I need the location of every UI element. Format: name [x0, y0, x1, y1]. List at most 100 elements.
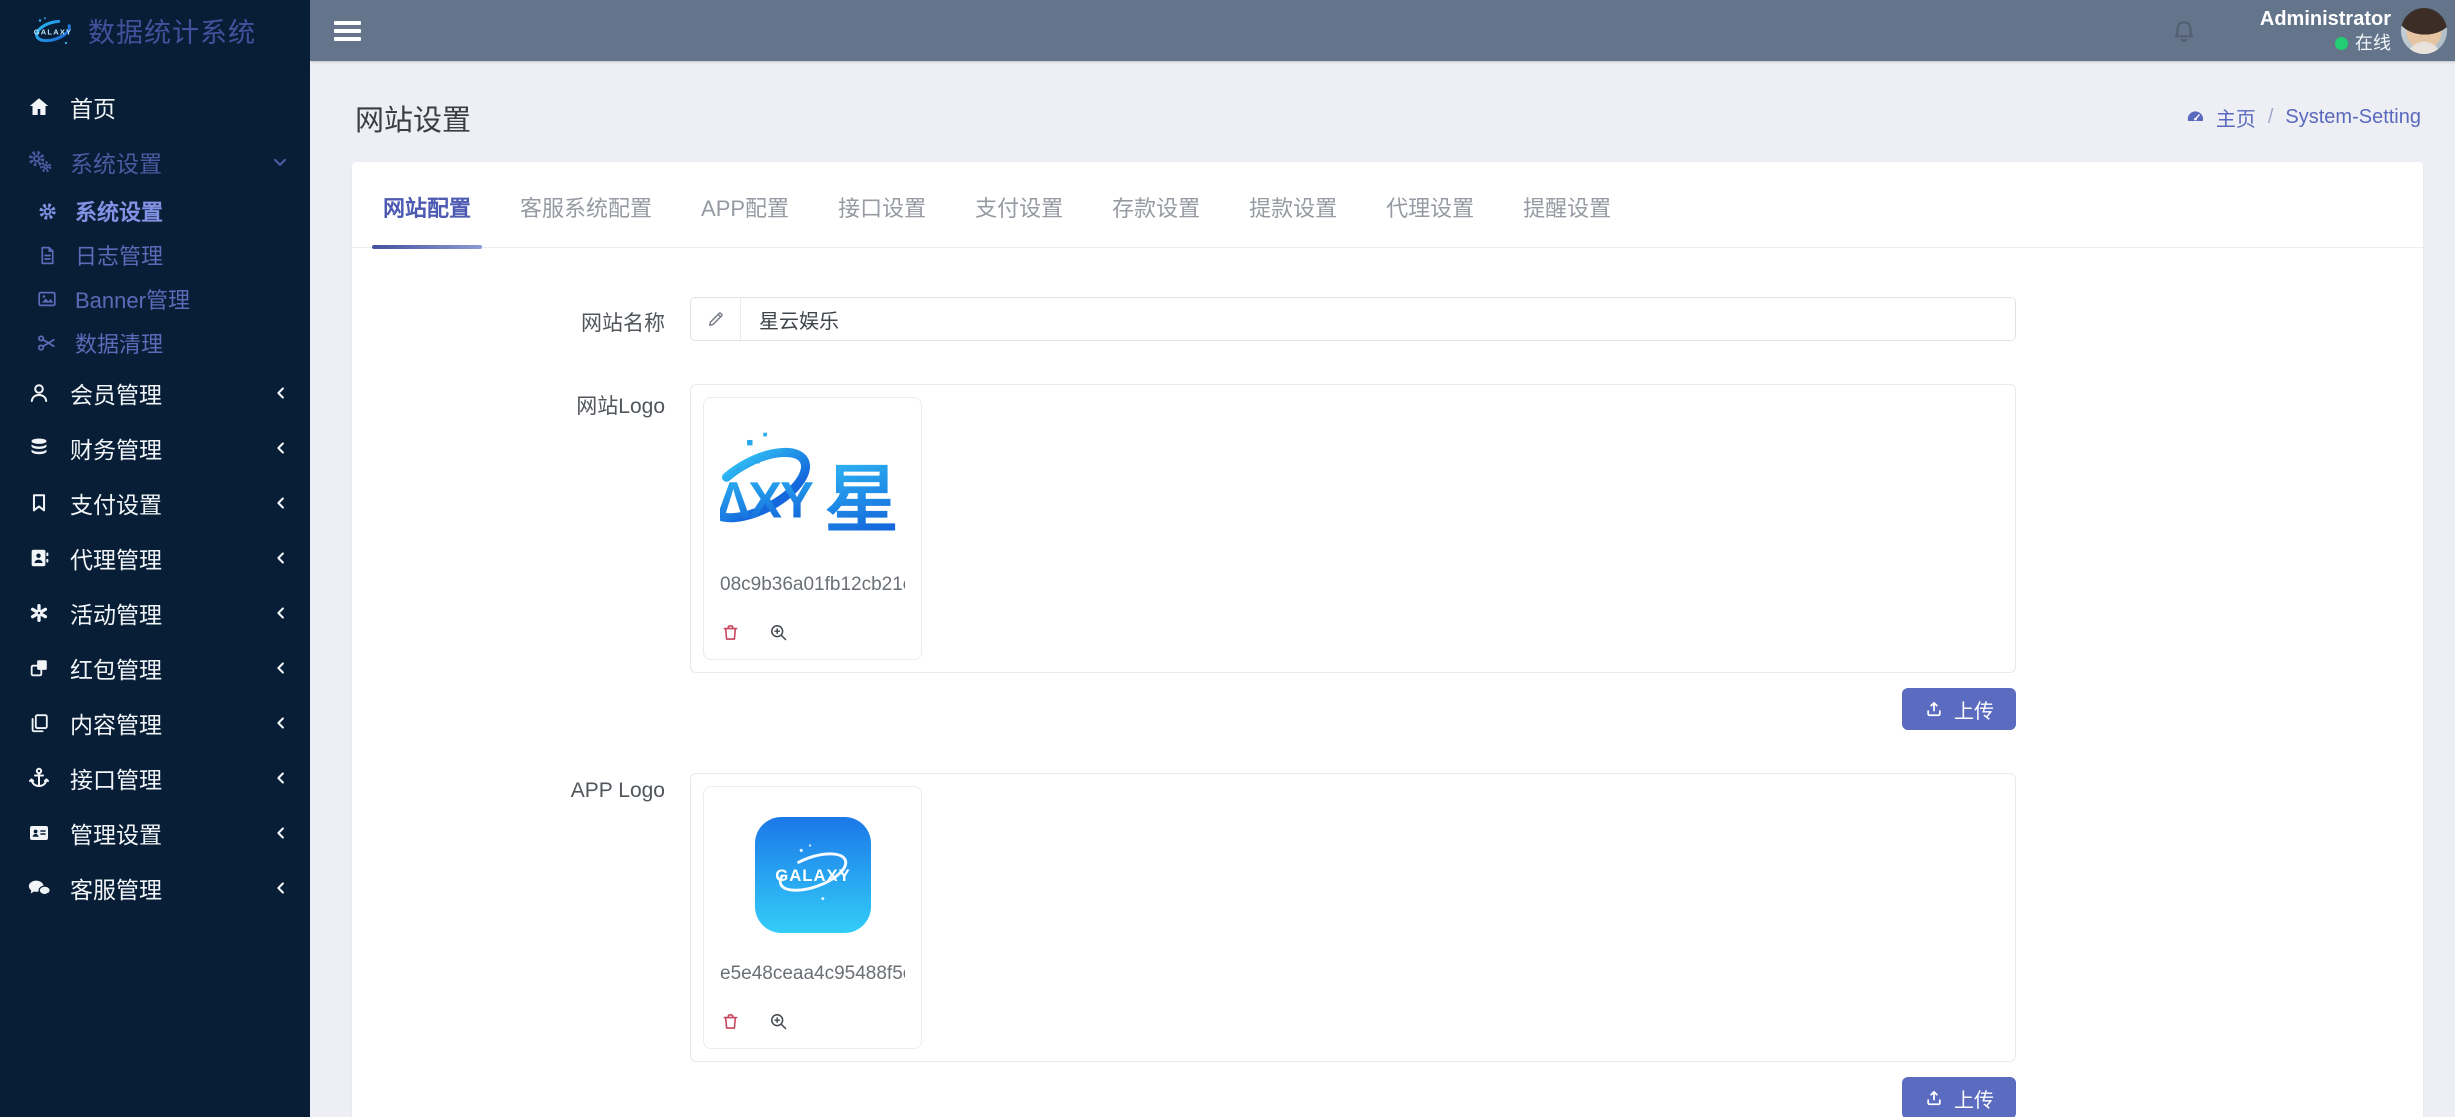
tab-reminder-settings[interactable]: 提醒设置	[1512, 162, 1622, 247]
tab-api-settings[interactable]: 接口设置	[827, 162, 937, 247]
sidebar-item-system-settings[interactable]: 系统设置	[0, 189, 310, 233]
sidebar-item-label: 活动管理	[70, 596, 162, 630]
comments-icon	[22, 876, 56, 900]
anchor-icon	[22, 766, 56, 790]
sidebar-item-label: 系统设置	[75, 195, 163, 227]
breadcrumb: 主页 / System-Setting	[2185, 103, 2421, 132]
user-block[interactable]: Administrator 在线	[2260, 7, 2391, 55]
tab-app-config[interactable]: APP配置	[690, 162, 800, 247]
sidebar-submenu-system: 系统设置 日志管理 Banner管理	[0, 189, 310, 365]
sidebar-item-label: 内容管理	[70, 706, 162, 740]
site-logo-filename: 08c9b36a01fb12cb21e3b...	[720, 574, 905, 596]
tab-agent-settings[interactable]: 代理设置	[1375, 162, 1485, 247]
sidebar-item-label: 管理设置	[70, 816, 162, 850]
sidebar-item-label: 红包管理	[70, 651, 162, 685]
tab-service-system-config[interactable]: 客服系统配置	[509, 162, 663, 247]
sidebar-item-label: 日志管理	[75, 239, 163, 271]
chevron-left-icon	[272, 714, 290, 732]
sidebar-item-activity-management[interactable]: 活动管理	[0, 585, 310, 640]
chevron-left-icon	[272, 549, 290, 567]
avatar[interactable]	[2401, 8, 2447, 54]
app-logo-actions	[720, 1011, 905, 1032]
galaxy-logo-icon: GALAXY	[30, 15, 76, 47]
delete-icon[interactable]	[720, 622, 741, 643]
breadcrumb-home-link[interactable]: 主页	[2216, 103, 2256, 132]
chevron-left-icon	[272, 439, 290, 457]
image-icon	[32, 288, 62, 310]
app-logo-row: APP Logo	[352, 773, 2423, 1117]
user-status: 在线	[2260, 32, 2391, 55]
gear-icon	[32, 201, 62, 222]
site-logo-image: ΛXY 星	[720, 410, 905, 562]
chevron-left-icon	[272, 824, 290, 842]
pencil-icon	[691, 298, 741, 340]
sidebar-item-label: 系统设置	[70, 145, 162, 179]
page-header: 网站设置 主页 / System-Setting	[352, 61, 2423, 162]
zoom-in-icon[interactable]	[768, 622, 789, 643]
tab-deposit-settings[interactable]: 存款设置	[1101, 162, 1211, 247]
site-name-input[interactable]	[741, 298, 2015, 340]
bookmark-icon	[22, 492, 56, 514]
breadcrumb-separator: /	[2266, 106, 2276, 129]
app-logo-label: APP Logo	[352, 773, 690, 1117]
sidebar-item-member-management[interactable]: 会员管理	[0, 365, 310, 420]
upload-icon	[1924, 1088, 1944, 1108]
chevron-left-icon	[272, 879, 290, 897]
upload-icon	[1924, 699, 1944, 719]
home-icon	[22, 95, 56, 119]
sidebar-item-finance-management[interactable]: 财务管理	[0, 420, 310, 475]
sidebar-item-data-cleanup[interactable]: 数据清理	[0, 321, 310, 365]
sidebar-toggle-button[interactable]	[334, 21, 361, 41]
tab-withdraw-settings[interactable]: 提款设置	[1238, 162, 1348, 247]
user-name: Administrator	[2260, 7, 2391, 32]
tab-payment-settings[interactable]: 支付设置	[964, 162, 1074, 247]
sidebar-item-system-settings-group[interactable]: 系统设置	[0, 134, 310, 189]
sidebar-item-api-management[interactable]: 接口管理	[0, 750, 310, 805]
user-icon	[22, 381, 56, 405]
clone-icon	[22, 657, 56, 679]
page-title: 网站设置	[355, 97, 471, 139]
upload-button-label: 上传	[1954, 1084, 1994, 1113]
site-name-input-group	[690, 297, 2016, 341]
sidebar-item-content-management[interactable]: 内容管理	[0, 695, 310, 750]
site-logo-row: 网站Logo ΛXY	[352, 384, 2423, 730]
svg-text:GALAXY: GALAXY	[775, 866, 851, 885]
sidebar-item-payment-settings[interactable]: 支付设置	[0, 475, 310, 530]
sidebar-nav: 首页 系统设置	[0, 61, 310, 915]
zoom-in-icon[interactable]	[768, 1011, 789, 1032]
sidebar-item-redpacket-management[interactable]: 红包管理	[0, 640, 310, 695]
app-logo-upload-box: GALAXY e5e48ceaa4c95488f5c68...	[690, 773, 2016, 1062]
app-logo-upload-button[interactable]: 上传	[1902, 1077, 2016, 1117]
chevron-left-icon	[272, 604, 290, 622]
delete-icon[interactable]	[720, 1011, 741, 1032]
sidebar-item-label: 财务管理	[70, 431, 162, 465]
site-logo-upload-box: ΛXY 星 08c9b36a01fb12cb2	[690, 384, 2016, 673]
notifications-bell-icon[interactable]	[2170, 17, 2198, 45]
online-status-label: 在线	[2355, 32, 2391, 55]
scissors-icon	[32, 332, 62, 354]
settings-card: 网站配置 客服系统配置 APP配置 接口设置 支付设置 存款设置 提款设置 代理…	[352, 162, 2423, 1117]
tab-site-config[interactable]: 网站配置	[372, 162, 482, 247]
sidebar-item-log-management[interactable]: 日志管理	[0, 233, 310, 277]
site-logo-upload-button[interactable]: 上传	[1902, 688, 2016, 730]
chevron-left-icon	[272, 659, 290, 677]
sidebar-item-label: 首页	[70, 90, 116, 124]
topbar: Administrator 在线	[310, 0, 2455, 61]
sidebar-item-service-management[interactable]: 客服管理	[0, 860, 310, 915]
burst-icon	[22, 602, 56, 624]
sidebar-item-banner-management[interactable]: Banner管理	[0, 277, 310, 321]
sidebar-item-home[interactable]: 首页	[0, 79, 310, 134]
copy-icon	[22, 712, 56, 734]
site-logo-card: ΛXY 星 08c9b36a01fb12cb2	[703, 397, 922, 660]
site-logo-actions	[720, 622, 905, 643]
sidebar-item-label: 接口管理	[70, 761, 162, 795]
chevron-down-icon	[270, 152, 290, 172]
sidebar-item-admin-settings[interactable]: 管理设置	[0, 805, 310, 860]
app-logo-image: GALAXY	[720, 799, 905, 951]
breadcrumb-current[interactable]: System-Setting	[2285, 106, 2421, 129]
main-content: 网站设置 主页 / System-Setting 网站配置 客服系统配置 APP…	[310, 61, 2455, 1117]
database-icon	[22, 436, 56, 460]
sidebar-item-agent-management[interactable]: 代理管理	[0, 530, 310, 585]
site-name-row: 网站名称	[352, 297, 2423, 341]
chevron-left-icon	[272, 384, 290, 402]
